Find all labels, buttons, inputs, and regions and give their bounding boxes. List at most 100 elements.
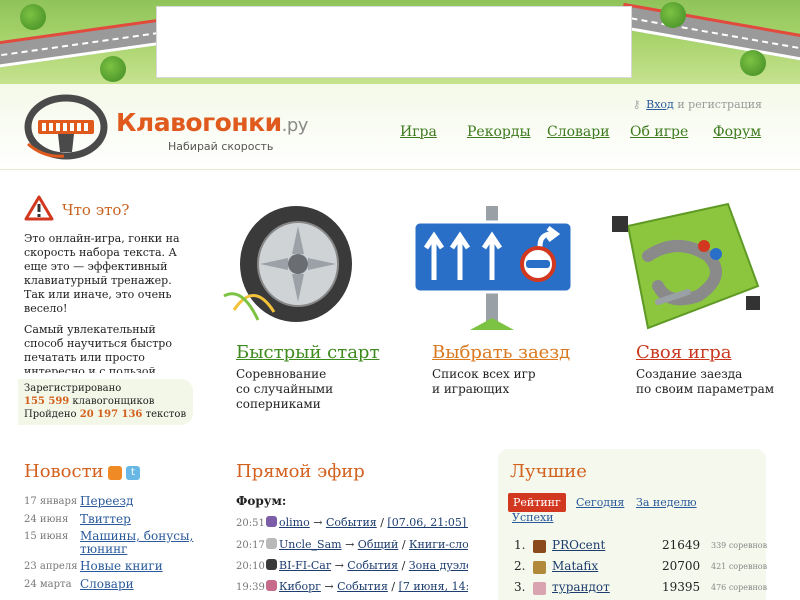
news-link[interactable]: Твиттер xyxy=(80,513,220,526)
stats-box: Зарегистрировано 155 599 клавогонщиков П… xyxy=(18,379,193,425)
live-item: 20:51olimo → События / [07.06, 21:05] E xyxy=(236,516,468,532)
key-icon: ⚷ xyxy=(632,98,641,111)
ranking-row: 2. Matafix 20700 421 соревнов xyxy=(514,559,768,577)
tab-rating[interactable]: Рейтинг xyxy=(508,493,566,512)
rank-user-link[interactable]: турандот xyxy=(552,580,610,594)
live-category-link[interactable]: События xyxy=(337,580,388,593)
live-category-link[interactable]: События xyxy=(326,516,377,529)
live-category-link[interactable]: Общий xyxy=(358,538,399,551)
live-topic-link[interactable]: [07.06, 21:05] E xyxy=(387,516,468,529)
tire-icon[interactable] xyxy=(214,200,364,330)
live-topic-link[interactable]: Книги-слов xyxy=(409,538,468,551)
live-item: 20:10BI-FI-Car → События / Зона дуэлей xyxy=(236,559,468,575)
quick-start-desc: Соревнование со случайными соперниками xyxy=(236,367,334,411)
nav-item-forum[interactable]: Форум xyxy=(713,124,761,140)
live-title: Прямой эфир xyxy=(236,461,365,482)
rss-icon[interactable] xyxy=(108,466,122,480)
stats-registered-label: Зарегистрировано xyxy=(24,383,122,394)
news-link[interactable]: Переезд xyxy=(80,495,220,508)
live-user-link[interactable]: Киборг xyxy=(279,580,321,593)
own-game-link[interactable]: Своя игра xyxy=(636,342,732,363)
ranking-row: 1. PROcent 21649 339 соревнов xyxy=(514,538,768,556)
live-time: 20:17 xyxy=(236,540,265,551)
news-link[interactable]: Машины, бонусы, тюнинг xyxy=(80,530,220,556)
news-date: 24 марта xyxy=(24,579,72,590)
avatar xyxy=(266,580,277,591)
nav-item-about[interactable]: Об игре xyxy=(630,124,688,140)
arrow-icon: → xyxy=(324,580,334,593)
rank-number: 2. xyxy=(514,559,526,573)
news-date: 24 июня xyxy=(24,514,69,525)
quick-start-link[interactable]: Быстрый старт xyxy=(236,342,379,363)
rank-races: 421 соревнов xyxy=(711,562,768,571)
live-user-link[interactable]: Uncle_Sam xyxy=(279,538,342,551)
rank-user-link[interactable]: Matafix xyxy=(552,559,598,573)
best-title: Лучшие xyxy=(510,461,587,482)
stats-registered: 155 599 клавогонщиков xyxy=(24,396,155,407)
tab-today[interactable]: Сегодня xyxy=(576,496,624,509)
banner-road xyxy=(619,2,800,64)
rank-score: 21649 xyxy=(662,538,701,552)
forum-label: Форум: xyxy=(236,494,287,508)
ad-placeholder xyxy=(156,6,632,78)
warning-icon xyxy=(24,195,54,221)
avatar xyxy=(533,582,546,595)
about-paragraph: Самый увлекательный способ научиться быс… xyxy=(24,323,172,373)
banner-tree xyxy=(740,50,766,76)
rank-number: 1. xyxy=(514,538,526,552)
live-time: 19:39 xyxy=(236,582,265,593)
avatar xyxy=(533,561,546,574)
rank-races: 339 соревнов xyxy=(711,541,768,550)
what-is-title: Что это? xyxy=(62,201,130,219)
live-category-link[interactable]: События xyxy=(347,559,398,572)
avatar xyxy=(266,516,277,527)
news-date: 15 июня xyxy=(24,531,69,542)
main-nav: Игра Рекорды Словари Об игре Форум xyxy=(0,124,800,144)
live-user-link[interactable]: olimo xyxy=(279,516,310,529)
tab-week[interactable]: За неделю xyxy=(636,496,697,509)
news-date: 23 апреля xyxy=(24,561,78,572)
road-sign-icon[interactable] xyxy=(410,206,576,336)
banner-tree xyxy=(660,2,686,28)
live-topic-link[interactable]: [7 июня, 14:0 xyxy=(399,580,468,593)
news-link[interactable]: Новые книги xyxy=(80,560,220,573)
banner-tree xyxy=(100,56,126,82)
live-item: 20:17Uncle_Sam → Общий / Книги-слов xyxy=(236,538,468,554)
news-date: 17 января xyxy=(24,496,78,507)
avatar xyxy=(533,540,546,553)
stats-registered-count: 155 599 xyxy=(24,396,70,407)
choose-race-desc: Список всех игр и играющих xyxy=(432,367,536,396)
puzzle-track-icon[interactable] xyxy=(608,196,764,336)
rank-number: 3. xyxy=(514,580,526,594)
news-title: Новости xyxy=(24,461,104,482)
live-time: 20:10 xyxy=(236,561,265,572)
arrow-icon: → xyxy=(313,516,323,529)
login-link[interactable]: Вход xyxy=(646,98,674,111)
live-item: 19:39Киборг → События / [7 июня, 14:0 xyxy=(236,580,468,596)
live-topic-link[interactable]: Зона дуэлей xyxy=(409,559,468,572)
nav-item-dictionaries[interactable]: Словари xyxy=(547,124,610,140)
avatar xyxy=(266,559,277,570)
banner-tree xyxy=(20,4,46,30)
about-paragraph: Это онлайн-игра, гонки на скорость набор… xyxy=(24,232,180,315)
avatar xyxy=(266,538,277,549)
stats-passed: Пройдено 20 197 136 текстов xyxy=(24,409,187,420)
register-text: и регистрация xyxy=(677,98,762,111)
news-link[interactable]: Словари xyxy=(80,578,220,591)
live-user-link[interactable]: BI-FI-Car xyxy=(279,559,331,572)
arrow-icon: → xyxy=(345,538,355,551)
nav-item-game[interactable]: Игра xyxy=(400,124,437,140)
nav-item-records[interactable]: Рекорды xyxy=(467,124,531,140)
rank-races: 476 соревнов xyxy=(711,583,768,592)
ranking-row: 3. турандот 19395 476 соревнов xyxy=(514,580,768,598)
tab-achievements[interactable]: Успехи xyxy=(512,511,554,524)
twitter-icon[interactable]: t xyxy=(126,466,140,480)
choose-race-link[interactable]: Выбрать заезд xyxy=(432,342,570,363)
top-banner xyxy=(0,0,800,84)
own-game-desc: Создание заезда по своим параметрам xyxy=(636,367,775,396)
stats-passed-count: 20 197 136 xyxy=(79,409,143,420)
rank-user-link[interactable]: PROcent xyxy=(552,538,605,552)
rank-score: 19395 xyxy=(662,580,701,594)
login-area: ⚷ Вход и регистрация xyxy=(633,98,762,111)
arrow-icon: → xyxy=(334,559,344,572)
